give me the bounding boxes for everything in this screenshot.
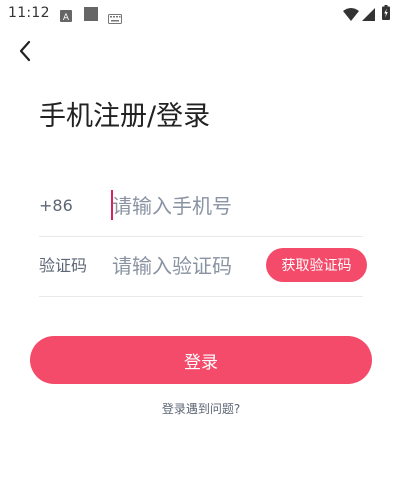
chevron-left-icon xyxy=(19,40,31,62)
verification-code-input[interactable] xyxy=(112,248,262,284)
phone-row: +86 xyxy=(39,176,363,237)
keyboard-icon xyxy=(108,9,122,28)
status-bar: 11:12 A xyxy=(0,0,402,28)
login-screen: 11:12 A 手机注册/登录 +86 请输入手机号 验证码 请输入验证码 获取… xyxy=(0,0,402,477)
country-code-label: +86 xyxy=(39,196,73,215)
verification-code-label: 验证码 xyxy=(39,256,88,275)
login-help-link[interactable]: 登录遇到问题? xyxy=(0,400,402,417)
login-button[interactable]: 登录 xyxy=(30,336,372,384)
wifi-icon xyxy=(343,6,359,25)
a-notification-icon: A xyxy=(60,7,72,26)
cell-signal-icon xyxy=(362,6,375,25)
battery-charging-icon xyxy=(382,5,390,24)
phone-input[interactable] xyxy=(112,188,360,224)
page-title: 手机注册/登录 xyxy=(39,101,211,132)
back-button[interactable] xyxy=(12,38,38,64)
code-row: 验证码 获取验证码 xyxy=(39,236,367,297)
status-time: 11:12 xyxy=(8,5,50,21)
square-notification-icon xyxy=(84,6,98,25)
get-code-button[interactable]: 获取验证码 xyxy=(266,248,367,282)
svg-text:A: A xyxy=(63,13,70,22)
